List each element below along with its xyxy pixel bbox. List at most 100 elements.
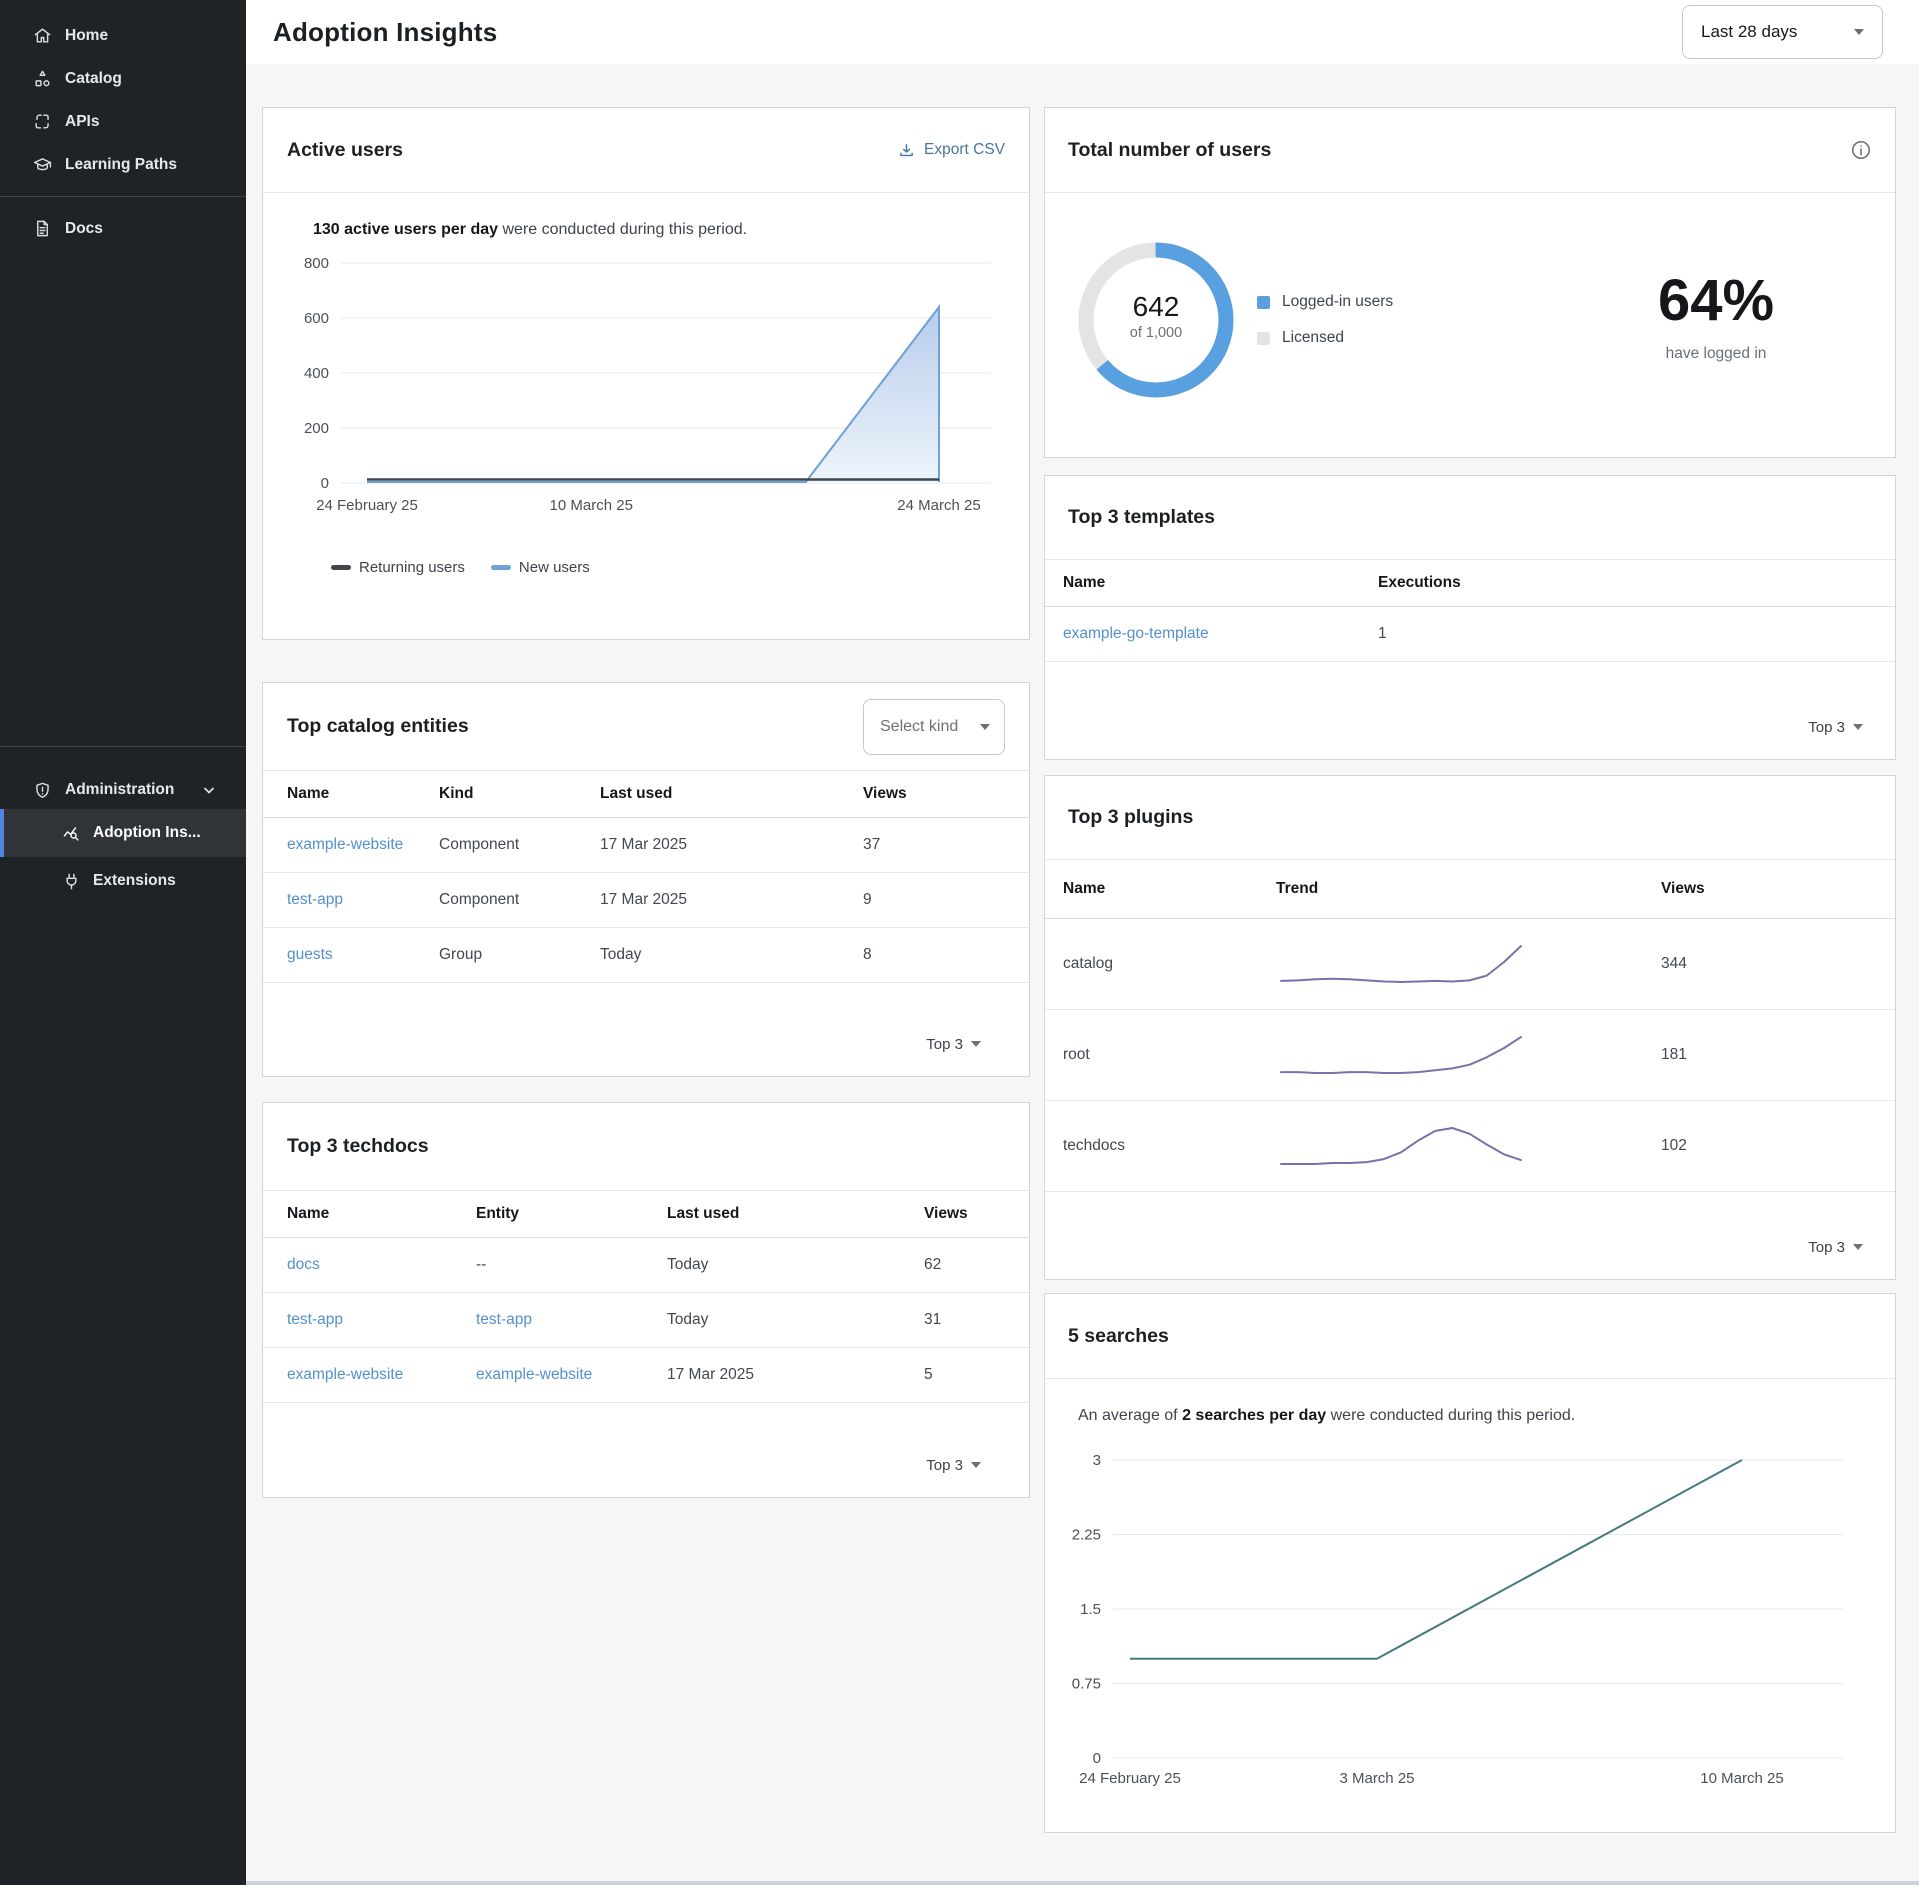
rows-count-select[interactable]: Top 3 [1045,695,1895,759]
horizontal-scrollbar[interactable] [246,1881,1919,1885]
plugin-trend-sparkline [1276,1123,1635,1169]
svg-text:0: 0 [321,475,329,492]
plugin-trend-sparkline [1276,1032,1635,1078]
sidebar-item-label: Catalog [65,70,122,88]
card-title: Top catalog entities [287,715,469,738]
svg-text:24 February 25: 24 February 25 [1079,1770,1181,1787]
sidebar-section-administration[interactable]: Administration [0,771,246,809]
entity-link[interactable]: example-website [476,1366,592,1383]
sidebar-item-adoption-insights[interactable]: Adoption Ins... [0,809,246,857]
column-header: Trend [1258,860,1643,919]
column-header: Entity [452,1191,643,1238]
svg-text:3: 3 [1093,1452,1101,1469]
column-header: Name [1045,860,1258,919]
shield-exclamation-icon [33,781,52,800]
adoption-insights-icon [62,824,81,843]
sidebar-item-catalog[interactable]: Catalog [0,57,246,100]
searches-summary: An average of 2 searches per day were co… [1078,1407,1895,1425]
table-row: example-website example-website 17 Mar 2… [263,1348,1029,1403]
svg-text:10 March 25: 10 March 25 [550,497,633,514]
table-row: catalog 344 [1045,919,1895,1010]
chevron-down-icon [980,724,990,730]
top-techdocs-card: Top 3 techdocs Name Entity Last used Vie… [262,1102,1030,1498]
techdoc-link[interactable]: docs [287,1256,320,1273]
export-csv-button[interactable]: Export CSV [898,141,1005,159]
card-title: Total number of users [1068,139,1271,162]
svg-text:10 March 25: 10 March 25 [1700,1770,1783,1787]
svg-text:3 March 25: 3 March 25 [1339,1770,1414,1787]
techdoc-link[interactable]: example-website [287,1366,403,1383]
sidebar-item-home[interactable]: Home [0,14,246,57]
logged-in-users-swatch [1257,296,1270,309]
sidebar: Home Catalog APIs Learning Paths Docs Ad… [0,0,246,1885]
top-plugins-card: Top 3 plugins Name Trend Views catalog 3… [1044,775,1896,1280]
card-title: 5 searches [1068,1325,1169,1348]
donut-center-label: 642 of 1,000 [1071,235,1241,341]
sidebar-item-extensions[interactable]: Extensions [0,857,246,905]
card-title: Top 3 templates [1068,506,1215,529]
rows-count-select[interactable]: Top 3 [1045,1215,1895,1279]
column-header: Name [263,771,415,818]
rows-count-select[interactable]: Top 3 [263,1012,1029,1076]
template-link[interactable]: example-go-template [1063,625,1209,642]
sidebar-item-label: Docs [65,220,103,238]
entity-link[interactable]: test-app [476,1311,532,1328]
sidebar-item-docs[interactable]: Docs [0,207,246,250]
sidebar-divider [0,196,246,197]
chevron-down-icon[interactable] [202,783,216,797]
active-users-legend: Returning users New users [331,559,1029,576]
left-column: Active users Export CSV 130 active users… [262,107,1030,1833]
card-title: Active users [287,139,403,162]
column-header: Views [839,771,1029,818]
sidebar-item-apis[interactable]: APIs [0,100,246,143]
table-row: techdocs 102 [1045,1101,1895,1192]
table-row: guests Group Today 8 [263,928,1029,983]
column-header: Name [263,1191,452,1238]
sidebar-item-label: Adoption Ins... [93,824,201,842]
svg-text:0: 0 [1093,1750,1101,1767]
main-content: Active users Export CSV 130 active users… [262,107,1896,1833]
svg-text:200: 200 [304,420,329,437]
entity-link[interactable]: test-app [287,891,343,908]
svg-text:600: 600 [304,310,329,327]
svg-text:24 March 25: 24 March 25 [897,497,980,514]
svg-text:24 February 25: 24 February 25 [316,497,418,514]
sidebar-spacer [0,250,246,736]
svg-text:800: 800 [304,255,329,272]
svg-text:0.75: 0.75 [1072,1676,1101,1693]
techdoc-link[interactable]: test-app [287,1311,343,1328]
rows-count-select[interactable]: Top 3 [263,1433,1029,1497]
total-users-body: 642 of 1,000 Logged-in users Licensed 64… [1045,193,1895,457]
table-row: test-app Component 17 Mar 2025 9 [263,873,1029,928]
table-row: example-go-template 1 [1045,607,1895,662]
date-range-value: Last 28 days [1701,22,1797,42]
total-users-legend: Logged-in users Licensed [1257,293,1393,347]
sidebar-item-learning-paths[interactable]: Learning Paths [0,143,246,186]
new-users-swatch [491,565,511,570]
table-row: root 181 [1045,1010,1895,1101]
top-plugins-table: Name Trend Views catalog 344 root 181 [1045,860,1895,1192]
top-techdocs-table: Name Entity Last used Views docs -- Toda… [263,1191,1029,1403]
logged-in-percent: 64% [1631,267,1801,334]
column-header: Views [1643,860,1895,919]
column-header: Executions [1360,560,1895,607]
svg-text:1.5: 1.5 [1080,1601,1101,1618]
entity-link[interactable]: example-website [287,836,403,853]
home-icon [33,26,52,45]
catalog-icon [33,69,52,88]
column-header: Views [900,1191,1029,1238]
chevron-down-icon [1854,29,1864,35]
top-catalog-entities-card: Top catalog entities Select kind Name Ki… [262,682,1030,1077]
sidebar-item-label: Learning Paths [65,156,177,174]
date-range-select[interactable]: Last 28 days [1682,5,1883,59]
right-column: Total number of users 642 of 1,000 Logge… [1044,107,1896,1833]
info-icon[interactable] [1850,139,1872,161]
api-icon [33,112,52,131]
sidebar-item-label: Extensions [93,872,176,890]
entity-link[interactable]: guests [287,946,333,963]
card-title: Top 3 plugins [1068,806,1193,829]
searches-card: 5 searches An average of 2 searches per … [1044,1293,1896,1833]
active-users-card: Active users Export CSV 130 active users… [262,107,1030,640]
kind-select[interactable]: Select kind [863,699,1005,755]
chevron-down-icon [971,1462,981,1468]
